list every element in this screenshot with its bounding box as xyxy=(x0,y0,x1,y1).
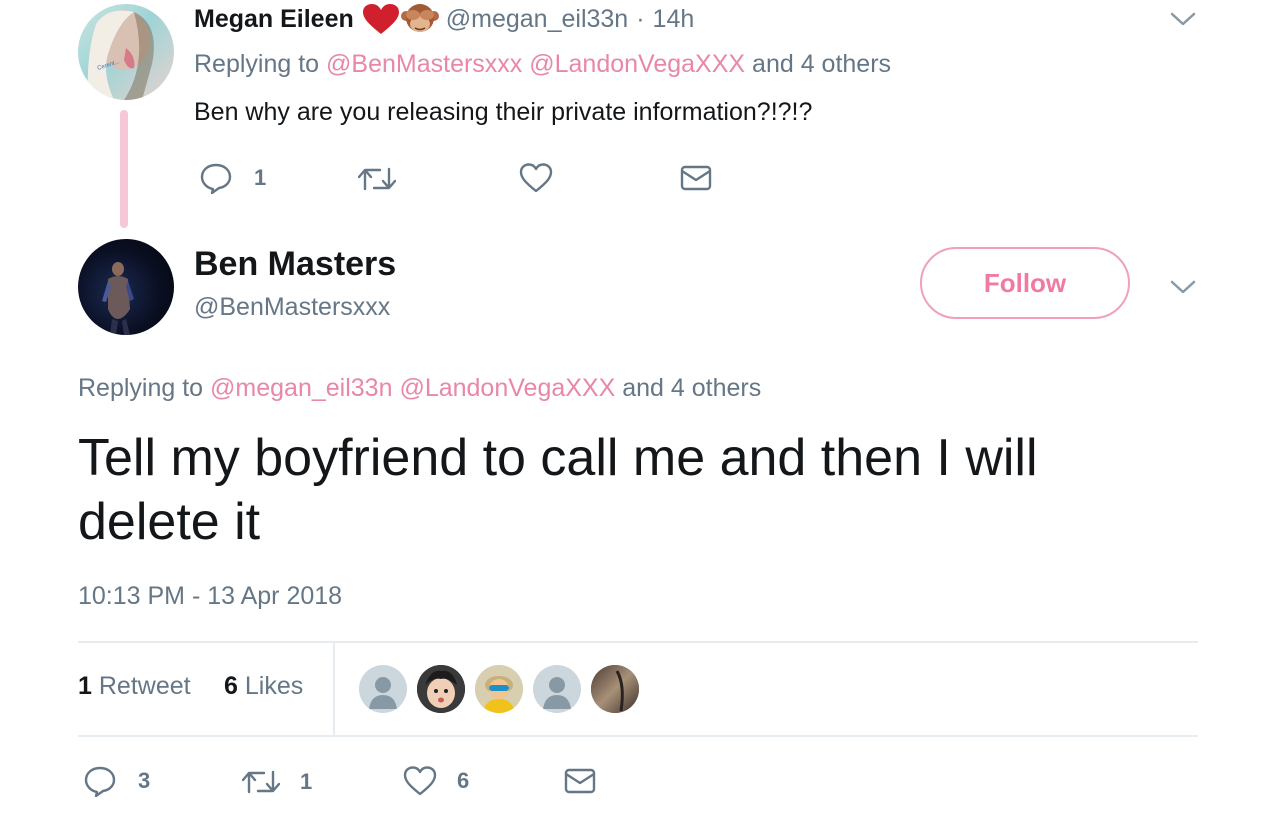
main-tweet-text: Tell my boyfriend to call me and then I … xyxy=(78,426,1038,554)
liker-avatar-photo-child[interactable] xyxy=(417,665,465,713)
divider xyxy=(78,641,1198,643)
parent-tweet-text: Ben why are you releasing their private … xyxy=(194,98,813,126)
liker-avatar-default[interactable] xyxy=(533,665,581,713)
parent-timestamp[interactable]: 14h xyxy=(653,5,695,34)
likes-stat[interactable]: 6 Likes xyxy=(224,672,303,701)
main-dm-button[interactable] xyxy=(564,767,596,795)
heart-icon xyxy=(519,162,553,194)
liker-avatar-photo[interactable] xyxy=(591,665,639,713)
main-replying-to: Replying to @megan_eil33n @LandonVegaXXX… xyxy=(78,374,761,403)
parent-reply-button[interactable]: 1 xyxy=(200,162,266,194)
reply-count: 3 xyxy=(138,768,151,793)
main-retweet-button[interactable]: 1 xyxy=(242,768,312,796)
retweets-count: 1 xyxy=(78,672,92,700)
follow-button[interactable]: Follow xyxy=(920,247,1130,319)
mention-link[interactable]: @BenMastersxxx xyxy=(326,50,522,78)
envelope-icon xyxy=(680,164,712,192)
mention-link[interactable]: @LandonVegaXXX xyxy=(529,50,745,78)
retweet-count: 1 xyxy=(300,769,313,794)
likes-count: 6 xyxy=(224,672,238,700)
see-no-evil-monkey-icon xyxy=(400,2,440,36)
retweets-stat[interactable]: 1 Retweet xyxy=(78,672,191,701)
tweet-timestamp[interactable]: 10:13 PM - 13 Apr 2018 xyxy=(78,582,342,611)
parent-header: Megan Eileen @megan_eil33n · 14h xyxy=(194,2,694,36)
liker-avatar-default[interactable] xyxy=(359,665,407,713)
main-reply-button[interactable]: 3 xyxy=(84,765,150,797)
main-like-button[interactable]: 6 xyxy=(403,765,469,797)
retweet-icon xyxy=(242,768,280,796)
liker-avatar-cartoon[interactable] xyxy=(475,665,523,713)
divider xyxy=(78,735,1198,737)
heart-icon xyxy=(403,765,437,797)
envelope-icon xyxy=(564,767,596,795)
parent-author-handle[interactable]: @megan_eil33n xyxy=(446,5,628,34)
mention-link[interactable]: @megan_eil33n xyxy=(210,374,392,402)
parent-chevron-down-icon[interactable] xyxy=(1170,10,1196,28)
reply-icon xyxy=(200,162,232,194)
parent-dm-button[interactable] xyxy=(680,164,712,192)
header-separator: · xyxy=(636,4,645,33)
retweet-icon xyxy=(358,165,396,193)
main-chevron-down-icon[interactable] xyxy=(1170,278,1196,296)
tweet-text-line: delete it xyxy=(78,493,261,551)
likes-label: Likes xyxy=(244,672,304,700)
replying-prefix: Replying to xyxy=(78,374,204,402)
like-count: 6 xyxy=(457,768,470,793)
stats-divider xyxy=(333,643,335,735)
parent-like-button[interactable] xyxy=(519,162,567,194)
mention-link[interactable]: @LandonVegaXXX xyxy=(399,374,615,402)
replying-suffix[interactable]: and 4 others xyxy=(622,374,761,402)
parent-author-avatar[interactable]: Cerent... xyxy=(78,4,174,100)
retweets-label: Retweet xyxy=(98,672,191,700)
main-author-avatar[interactable] xyxy=(78,239,174,335)
main-author-name[interactable]: Ben Masters xyxy=(194,245,396,284)
parent-replying-to: Replying to @BenMastersxxx @LandonVegaXX… xyxy=(194,50,891,79)
thread-line xyxy=(120,110,128,228)
red-heart-icon xyxy=(362,3,400,35)
parent-retweet-button[interactable] xyxy=(358,165,410,193)
parent-author-name[interactable]: Megan Eileen xyxy=(194,5,354,34)
reply-count: 1 xyxy=(254,165,267,190)
replying-suffix[interactable]: and 4 others xyxy=(752,50,891,78)
replying-prefix: Replying to xyxy=(194,50,320,78)
tweet-text-line: Tell my boyfriend to call me and then I … xyxy=(78,429,1038,487)
reply-icon xyxy=(84,765,116,797)
main-author-handle[interactable]: @BenMastersxxx xyxy=(194,293,390,322)
